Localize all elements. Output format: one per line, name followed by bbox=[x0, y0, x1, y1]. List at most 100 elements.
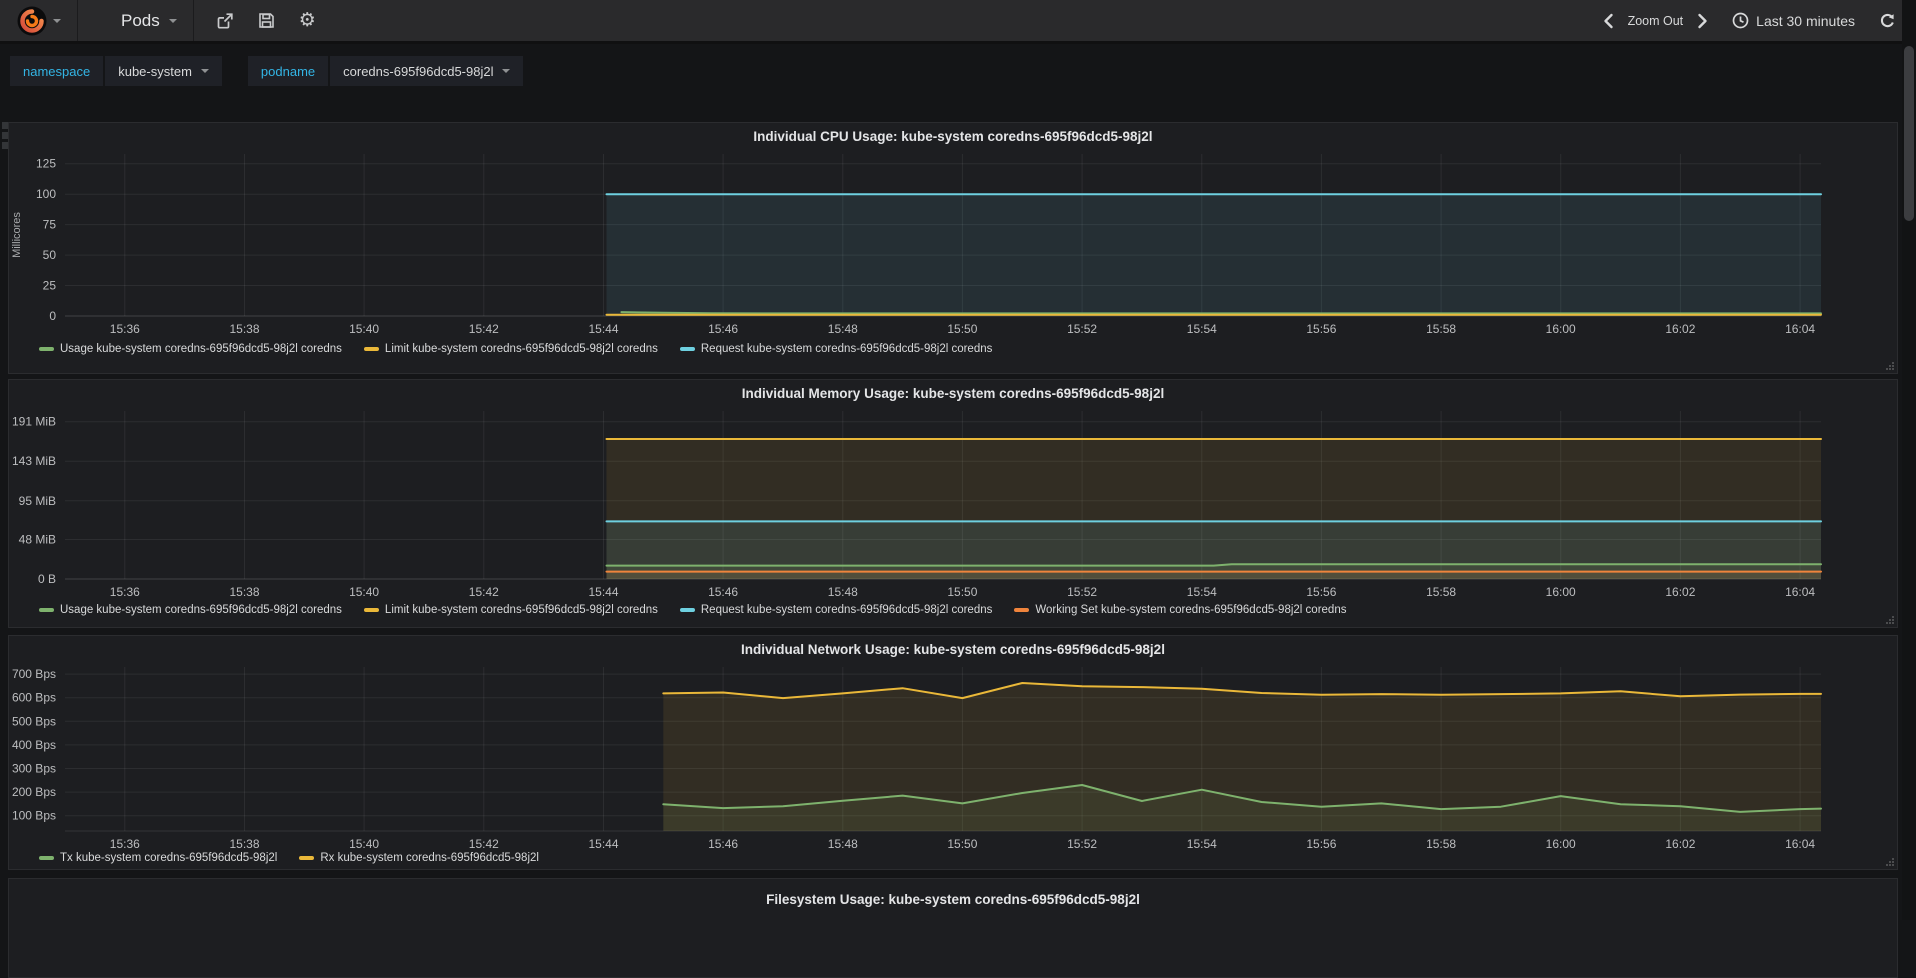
legend-label: Request kube-system coredns-695f96dcd5-9… bbox=[700, 604, 993, 616]
grafana-menu-caret-icon bbox=[52, 18, 61, 23]
panel-title-cpu[interactable]: Individual CPU Usage: kube-system coredn… bbox=[9, 123, 1897, 148]
legend-item-request[interactable]: Request kube-system coredns-695f96dcd5-9… bbox=[679, 343, 992, 355]
x-tick-label: 15:54 bbox=[1187, 837, 1217, 849]
panel-title-memory[interactable]: Individual Memory Usage: kube-system cor… bbox=[9, 380, 1897, 405]
panel-title-network[interactable]: Individual Network Usage: kube-system co… bbox=[9, 636, 1897, 661]
page-scrollbar-thumb[interactable] bbox=[1904, 46, 1914, 221]
legend-swatch-icon bbox=[39, 856, 54, 860]
podname-dropdown[interactable]: coredns-695f96dcd5-98j2l bbox=[330, 56, 524, 86]
series-fill-request bbox=[606, 194, 1821, 316]
share-icon[interactable] bbox=[216, 12, 234, 30]
panel-resize-handle[interactable] bbox=[1885, 361, 1895, 371]
series-fill-request bbox=[606, 521, 1821, 579]
y-tick-label: 48 MiB bbox=[19, 533, 56, 547]
x-tick-label: 15:40 bbox=[349, 322, 379, 336]
legend-item-limit[interactable]: Limit kube-system coredns-695f96dcd5-98j… bbox=[363, 604, 658, 616]
dashboard-title: Pods bbox=[121, 10, 160, 30]
legend-item-usage[interactable]: Usage kube-system coredns-695f96dcd5-98j… bbox=[39, 604, 342, 616]
panel-cpu-usage: Individual CPU Usage: kube-system coredn… bbox=[8, 122, 1898, 374]
zoom-out-button[interactable]: Zoom Out bbox=[1628, 14, 1684, 28]
legend-item-rx[interactable]: Rx kube-system coredns-695f96dcd5-98j2l bbox=[299, 852, 539, 864]
legend-item-limit[interactable]: Limit kube-system coredns-695f96dcd5-98j… bbox=[363, 343, 658, 355]
time-back-button[interactable] bbox=[1603, 13, 1614, 29]
x-tick-label: 15:58 bbox=[1426, 585, 1456, 599]
namespace-caret-icon bbox=[200, 69, 209, 73]
cpu-usage-chart[interactable]: 15:36 15:38 15:40 15:42 15:44 15:46 15:48 15:50… bbox=[9, 148, 1897, 340]
y-tick-label: 700 Bps bbox=[12, 667, 56, 681]
variable-namespace: namespace kube-system bbox=[10, 56, 222, 86]
grafana-menu[interactable] bbox=[0, 0, 78, 41]
x-tick-label: 15:58 bbox=[1426, 322, 1456, 336]
legend-swatch-icon bbox=[363, 608, 379, 612]
variable-podname: podname coredns-695f96dcd5-98j2l bbox=[247, 56, 524, 86]
y-tick-label: 143 MiB bbox=[12, 454, 56, 468]
navbar: Pods ⚙ Zoom Out Last 30 minutes bbox=[0, 0, 1916, 44]
x-tick-label: 15:38 bbox=[229, 585, 259, 599]
dashboard-grid-icon bbox=[94, 12, 112, 30]
x-tick-label: 16:04 bbox=[1785, 322, 1815, 336]
settings-icon[interactable]: ⚙ bbox=[299, 11, 316, 30]
time-range-picker[interactable]: Last 30 minutes bbox=[1732, 12, 1855, 29]
save-icon[interactable] bbox=[258, 12, 275, 29]
x-tick-label: 15:52 bbox=[1067, 322, 1097, 336]
legend-swatch-icon bbox=[363, 347, 379, 351]
panel-resize-handle[interactable] bbox=[1885, 857, 1895, 867]
cpu-legend: Usage kube-system coredns-695f96dcd5-98j… bbox=[9, 340, 1897, 359]
legend-label: Usage kube-system coredns-695f96dcd5-98j… bbox=[60, 343, 342, 355]
x-tick-label: 15:56 bbox=[1306, 837, 1336, 849]
podname-caret-icon bbox=[502, 69, 511, 73]
namespace-label: namespace bbox=[10, 56, 104, 86]
legend-item-usage[interactable]: Usage kube-system coredns-695f96dcd5-98j… bbox=[39, 343, 342, 355]
x-tick-label: 16:02 bbox=[1665, 585, 1695, 599]
x-tick-label: 15:48 bbox=[828, 585, 858, 599]
x-tick-label: 16:02 bbox=[1665, 837, 1695, 849]
x-tick-label: 15:50 bbox=[947, 322, 977, 336]
x-tick-label: 16:00 bbox=[1546, 322, 1576, 336]
legend-label: Limit kube-system coredns-695f96dcd5-98j… bbox=[384, 343, 658, 355]
x-tick-label: 15:40 bbox=[349, 837, 379, 849]
network-usage-chart[interactable]: 15:36 15:38 15:40 15:42 15:44 15:46 15:48 15:50… bbox=[9, 661, 1897, 849]
time-forward-button[interactable] bbox=[1697, 13, 1708, 29]
page-scrollbar[interactable] bbox=[1902, 0, 1916, 920]
legend-swatch-icon bbox=[679, 347, 695, 351]
legend-label: Usage kube-system coredns-695f96dcd5-98j… bbox=[60, 604, 342, 616]
podname-value: coredns-695f96dcd5-98j2l bbox=[343, 63, 494, 79]
x-tick-label: 16:04 bbox=[1785, 585, 1815, 599]
podname-label: podname bbox=[247, 56, 329, 86]
legend-label: Limit kube-system coredns-695f96dcd5-98j… bbox=[384, 604, 658, 616]
panel-title-filesystem[interactable]: Filesystem Usage: kube-system coredns-69… bbox=[9, 879, 1897, 913]
template-variables: namespace kube-system podname coredns-69… bbox=[10, 56, 524, 86]
x-tick-label: 15:40 bbox=[349, 585, 379, 599]
y-tick-label: 200 Bps bbox=[12, 785, 56, 799]
refresh-icon[interactable] bbox=[1879, 12, 1896, 29]
legend-swatch-icon bbox=[679, 608, 695, 612]
legend-item-request[interactable]: Request kube-system coredns-695f96dcd5-9… bbox=[679, 604, 993, 616]
x-tick-label: 15:48 bbox=[828, 837, 858, 849]
namespace-dropdown[interactable]: kube-system bbox=[105, 56, 222, 86]
y-tick-label: 0 bbox=[49, 309, 56, 323]
x-tick-label: 15:50 bbox=[947, 837, 977, 849]
namespace-value: kube-system bbox=[118, 63, 192, 79]
y-tick-label: 25 bbox=[43, 279, 57, 293]
legend-swatch-icon bbox=[1014, 608, 1030, 612]
grafana-logo-icon bbox=[17, 6, 47, 36]
series-fill-rx bbox=[663, 683, 1821, 831]
y-tick-label: 100 bbox=[36, 187, 56, 201]
x-tick-label: 15:46 bbox=[708, 585, 738, 599]
y-tick-label: 125 bbox=[36, 157, 56, 171]
memory-usage-chart[interactable]: 15:36 15:38 15:40 15:42 15:44 15:46 15:48 15:50… bbox=[9, 405, 1897, 601]
x-tick-label: 15:58 bbox=[1426, 837, 1456, 849]
series-fill-working-set bbox=[606, 571, 1821, 579]
legend-item-tx[interactable]: Tx kube-system coredns-695f96dcd5-98j2l bbox=[39, 852, 277, 864]
panel-resize-handle[interactable] bbox=[1885, 615, 1895, 625]
y-tick-label: 75 bbox=[43, 218, 57, 232]
panel-network-usage: Individual Network Usage: kube-system co… bbox=[8, 635, 1898, 870]
x-tick-label: 15:54 bbox=[1187, 322, 1217, 336]
dashboard-picker[interactable]: Pods bbox=[78, 0, 194, 41]
x-tick-label: 15:38 bbox=[229, 322, 259, 336]
legend-item-working-set[interactable]: Working Set kube-system coredns-695f96dc… bbox=[1014, 604, 1346, 616]
x-tick-label: 15:48 bbox=[828, 322, 858, 336]
y-axis-label: Millicores bbox=[11, 212, 23, 258]
x-tick-label: 15:52 bbox=[1067, 837, 1097, 849]
panel-memory-usage: Individual Memory Usage: kube-system cor… bbox=[8, 379, 1898, 628]
